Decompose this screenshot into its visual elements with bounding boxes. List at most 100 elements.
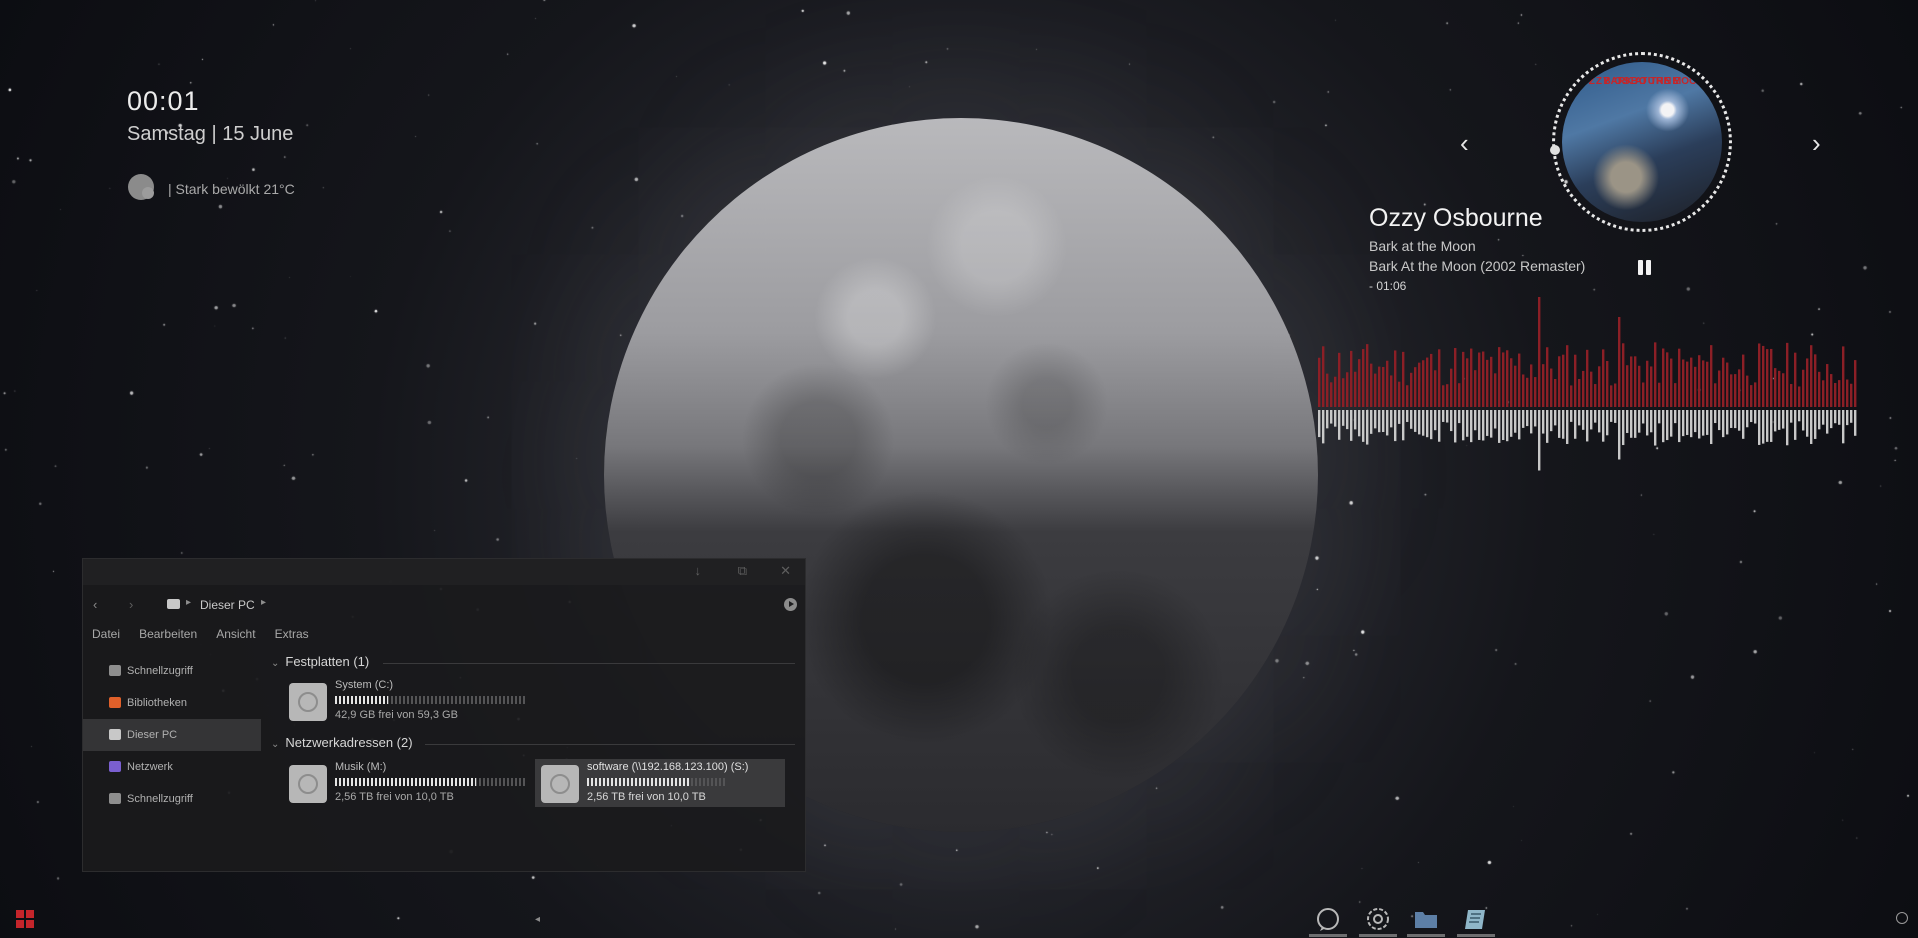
album-name: Bark at the Moon (1369, 238, 1476, 254)
visualizer-bar-top (1818, 371, 1821, 407)
visualizer-bar-bottom (1590, 410, 1593, 430)
folder-icon[interactable] (1413, 906, 1439, 932)
visualizer-bar-bottom (1518, 410, 1521, 440)
breadcrumb-separator[interactable]: ▸ (186, 597, 191, 608)
visualizer-bar-top (1590, 371, 1593, 407)
visualizer-bar-top (1782, 373, 1785, 407)
visualizer-bar-top (1738, 369, 1741, 407)
sidebar-item-schnellzugriff-2[interactable]: Schnellzugriff (83, 783, 261, 815)
visualizer-bar-bottom (1338, 410, 1341, 440)
visualizer-bar-bottom (1738, 410, 1741, 431)
visualizer-bar-top (1434, 370, 1437, 407)
section-netzwerkadressen[interactable]: ⌄ Netzwerkadressen (2) (271, 735, 413, 750)
visualizer-bar-bottom (1614, 410, 1617, 423)
settings-tray-icon[interactable] (1896, 912, 1908, 924)
visualizer-bar-bottom (1514, 410, 1517, 433)
visualizer-bar-bottom (1710, 410, 1713, 445)
settings-gear-icon[interactable] (1365, 906, 1391, 932)
visualizer-bar-top (1626, 365, 1629, 407)
chat-icon[interactable] (1315, 906, 1341, 932)
visualizer-bar-top (1830, 374, 1833, 407)
visualizer-bar-top (1318, 357, 1321, 407)
visualizer-bar-bottom (1418, 410, 1421, 435)
visualizer-bar-bottom (1694, 410, 1697, 433)
visualizer-bar-top (1402, 351, 1405, 407)
artist-name: Ozzy Osbourne (1369, 204, 1543, 232)
visualizer-bar-bottom (1686, 410, 1689, 435)
sidebar-item-schnellzugriff[interactable]: Schnellzugriff (83, 655, 261, 687)
drive-software-s[interactable]: software (\\192.168.123.100) (S:) 2,56 T… (535, 759, 785, 807)
visualizer-bar-top (1690, 357, 1693, 407)
pause-button[interactable] (1638, 260, 1652, 276)
chevron-down-icon: ⌄ (271, 658, 280, 669)
visualizer-bar-bottom (1346, 410, 1349, 430)
go-icon[interactable] (784, 598, 797, 611)
visualizer-bar-top (1746, 375, 1749, 407)
start-logo-tile (26, 920, 34, 928)
menu-extras[interactable]: Extras (275, 627, 309, 641)
visualizer-bar-bottom (1578, 410, 1581, 426)
this-pc-icon (167, 599, 180, 609)
visualizer-bar-top (1374, 373, 1377, 407)
menu-bearbeiten[interactable]: Bearbeiten (139, 627, 197, 641)
visualizer-bar-top (1570, 385, 1573, 407)
visualizer-bar-top (1730, 374, 1733, 407)
progress-knob[interactable] (1550, 145, 1560, 155)
visualizer-bar-top (1462, 351, 1465, 407)
visualizer-bar-top (1722, 357, 1725, 407)
visualizer-bar-bottom (1354, 410, 1357, 430)
start-button[interactable] (16, 910, 34, 928)
minimize-button[interactable]: ↓ (695, 563, 702, 578)
drive-usage-bar (587, 778, 727, 786)
previous-track-button[interactable]: ‹ (1460, 130, 1469, 156)
taskbar-indicator (1407, 934, 1445, 937)
notebook-icon[interactable] (1463, 906, 1489, 932)
menu-ansicht[interactable]: Ansicht (216, 627, 255, 641)
visualizer-bar-bottom (1434, 410, 1437, 431)
sidebar-item-bibliotheken[interactable]: Bibliotheken (83, 687, 261, 719)
back-button[interactable]: ‹ (93, 597, 97, 612)
visualizer-bar-top (1418, 362, 1421, 407)
visualizer-bar-top (1410, 372, 1413, 407)
visualizer-bar-top (1598, 366, 1601, 407)
visualizer-bar-bottom (1742, 410, 1745, 439)
visualizer-bar-top (1370, 363, 1373, 407)
visualizer-bar-top (1794, 352, 1797, 407)
visualizer-bar-bottom (1574, 410, 1577, 439)
breadcrumb-this-pc[interactable]: Dieser PC (200, 598, 255, 612)
visualizer-bar-top (1662, 348, 1665, 407)
visualizer-bar-top (1426, 357, 1429, 407)
network-icon (109, 761, 121, 772)
sidebar-item-netzwerk[interactable]: Netzwerk (83, 751, 261, 783)
forward-button[interactable]: › (129, 597, 133, 612)
section-festplatten[interactable]: ⌄ Festplatten (1) (271, 654, 369, 669)
visualizer-bar-top (1622, 343, 1625, 407)
visualizer-bar-bottom (1722, 410, 1725, 438)
quick-access-icon (109, 793, 121, 804)
visualizer-bar-bottom (1650, 410, 1653, 433)
address-bar[interactable]: ‹ › ▸ Dieser PC ▸ (83, 595, 805, 617)
visualizer-bar-bottom (1594, 410, 1597, 423)
drive-usage-fill (335, 778, 476, 786)
window-titlebar[interactable]: ↓ ⧉ ✕ (83, 559, 805, 585)
close-button[interactable]: ✕ (780, 563, 791, 579)
maximize-button[interactable]: ⧉ (738, 563, 747, 579)
visualizer-bar-top (1734, 374, 1737, 407)
visualizer-bar-bottom (1386, 410, 1389, 436)
visualizer-bar-top (1414, 367, 1417, 407)
audio-visualizer (1318, 297, 1857, 471)
cloud-icon (128, 174, 154, 200)
visualizer-bar-top (1826, 364, 1829, 407)
menu-datei[interactable]: Datei (92, 627, 120, 641)
drive-system-c[interactable]: System (C:) 42,9 GB frei von 59,3 GB (283, 677, 543, 725)
pause-icon-bar-right (1646, 260, 1651, 275)
next-track-button[interactable]: › (1812, 130, 1821, 156)
drive-musik-m[interactable]: Musik (M:) 2,56 TB frei von 10,0 TB (283, 759, 537, 807)
breadcrumb-expand[interactable]: ▸ (261, 597, 266, 608)
visualizer-bar-top (1326, 373, 1329, 407)
visualizer-bar-top (1578, 378, 1581, 407)
sidebar-item-dieser-pc[interactable]: Dieser PC (83, 719, 261, 751)
visualizer-bar-bottom (1422, 410, 1425, 436)
visualizer-bar-top (1654, 342, 1657, 407)
weather-text: | Stark bewölkt 21°C (168, 181, 295, 197)
